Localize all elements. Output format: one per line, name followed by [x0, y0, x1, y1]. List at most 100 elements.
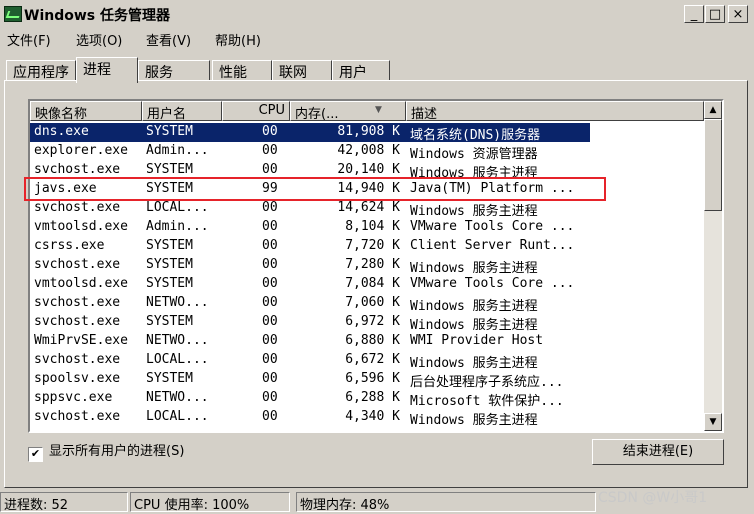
process-user: SYSTEM	[146, 314, 193, 329]
scroll-up-icon[interactable]: ▲	[704, 101, 722, 119]
show-all-users-label: 显示所有用户的进程(S)	[49, 444, 185, 459]
process-row[interactable]: svchost.exe LOCAL... 00 6,672 K Windows 服务主进…	[30, 351, 704, 371]
process-description: 后台处理程序子系统应...	[410, 375, 564, 390]
maximize-button[interactable]: □	[705, 5, 725, 23]
scrollbar-thumb[interactable]	[704, 119, 722, 211]
process-description: Windows 服务主进程	[410, 204, 538, 219]
process-row[interactable]: vmtoolsd.exe SYSTEM 00 7,084 K VMware Tools …	[30, 275, 704, 294]
process-row[interactable]: sppsvc.exe NETWO... 00 6,288 K Microsoft 软件保…	[30, 389, 704, 409]
end-process-button[interactable]: 结束进程(E)	[592, 439, 724, 465]
watermark: CSDN @W小哥1	[598, 490, 708, 506]
process-row[interactable]: svchost.exe LOCAL... 00 4,340 K Windows 服务主进…	[30, 408, 704, 428]
menu-options[interactable]: 选项(O)	[76, 30, 122, 49]
process-description: Windows 服务主进程	[410, 318, 538, 333]
tab-users[interactable]: 用户	[332, 60, 390, 81]
column-image-name[interactable]: 映像名称	[30, 101, 142, 121]
process-user: SYSTEM	[146, 124, 193, 139]
column-cpu[interactable]: CPU	[222, 101, 290, 121]
process-cpu: 00	[262, 295, 278, 310]
scroll-down-icon[interactable]: ▼	[704, 413, 722, 431]
process-row[interactable]: svchost.exe SYSTEM 00 7,280 K Windows 服务主进程	[30, 256, 704, 276]
process-row[interactable]: svchost.exe LOCAL... 00 14,624 K Windows 服务主…	[30, 199, 704, 219]
process-cpu: 00	[262, 238, 278, 253]
process-memory: 6,880 K	[345, 333, 400, 348]
process-row[interactable]: WmiPrvSE.exe NETWO... 00 6,880 K WMI Provide…	[30, 332, 704, 351]
menu-help[interactable]: 帮助(H)	[215, 30, 261, 49]
process-name: dns.exe	[34, 124, 89, 139]
process-description: Windows 服务主进程	[410, 413, 538, 428]
tab-performance[interactable]: 性能	[212, 60, 272, 81]
column-header-row: 映像名称 用户名 CPU 内存(... ▼ 描述	[30, 101, 704, 121]
process-description: Client Server Runt...	[410, 238, 575, 253]
process-row[interactable]: csrss.exe SYSTEM 00 7,720 K Client Server Ru…	[30, 237, 704, 256]
process-row[interactable]: svchost.exe NETWO... 00 7,060 K Windows 服务主进…	[30, 294, 704, 314]
process-name: explorer.exe	[34, 143, 128, 158]
status-process-count: 进程数: 52	[0, 492, 128, 513]
status-cpu-usage: CPU 使用率: 100%	[130, 492, 290, 513]
process-name: sppsvc.exe	[34, 390, 113, 405]
process-name: spoolsv.exe	[34, 371, 121, 386]
process-memory: 81,908 K	[337, 124, 400, 139]
process-user: NETWO...	[146, 295, 209, 310]
process-user: LOCAL...	[146, 409, 209, 424]
process-memory: 7,280 K	[345, 257, 400, 272]
process-name: svchost.exe	[34, 295, 121, 310]
process-memory: 6,596 K	[345, 371, 400, 386]
process-description: 域名系统(DNS)服务器	[410, 128, 541, 143]
process-memory: 6,972 K	[345, 314, 400, 329]
process-name: svchost.exe	[34, 257, 121, 272]
process-user: SYSTEM	[146, 257, 193, 272]
process-cpu: 00	[262, 352, 278, 367]
column-user-name[interactable]: 用户名	[142, 101, 222, 121]
close-button[interactable]: ×	[728, 5, 748, 23]
process-row[interactable]: dns.exe SYSTEM 00 81,908 K 域名系统(DNS)服务器	[30, 123, 704, 143]
minimize-button[interactable]: _	[684, 5, 704, 23]
process-name: svchost.exe	[34, 352, 121, 367]
process-row[interactable]: vmtoolsd.exe Admin... 00 8,104 K VMware Tool…	[30, 218, 704, 237]
column-memory-label: 内存(...	[295, 107, 339, 121]
process-description: Microsoft 软件保护...	[410, 394, 564, 409]
process-cpu: 00	[262, 409, 278, 424]
process-description: Windows 服务主进程	[410, 356, 538, 371]
process-user: Admin...	[146, 219, 209, 234]
process-cpu: 00	[262, 219, 278, 234]
tab-applications[interactable]: 应用程序	[6, 60, 76, 81]
process-cpu: 00	[262, 162, 278, 177]
tab-processes[interactable]: 进程	[76, 57, 138, 83]
process-name: csrss.exe	[34, 238, 105, 253]
process-memory: 7,060 K	[345, 295, 400, 310]
show-all-users-checkbox[interactable]: ✔ 显示所有用户的进程(S)	[28, 440, 184, 462]
process-memory: 14,624 K	[337, 200, 400, 215]
process-memory: 7,720 K	[345, 238, 400, 253]
process-cpu: 00	[262, 371, 278, 386]
process-cpu: 00	[262, 390, 278, 405]
process-cpu: 00	[262, 200, 278, 215]
checkbox-checked-icon[interactable]: ✔	[28, 447, 43, 462]
task-manager-app-icon	[4, 6, 22, 22]
process-user: LOCAL...	[146, 200, 209, 215]
menu-file[interactable]: 文件(F)	[7, 30, 51, 49]
process-cpu: 00	[262, 314, 278, 329]
process-row[interactable]: svchost.exe SYSTEM 00 6,972 K Windows 服务主进程	[30, 313, 704, 333]
vertical-scrollbar[interactable]: ▲ ▼	[704, 101, 722, 431]
process-name: svchost.exe	[34, 200, 121, 215]
title-bar: Windows 任务管理器 _ □ ×	[0, 0, 754, 28]
column-memory[interactable]: 内存(... ▼	[290, 101, 406, 121]
process-row[interactable]: spoolsv.exe SYSTEM 00 6,596 K 后台处理程序子系统应...	[30, 370, 704, 390]
process-user: Admin...	[146, 143, 209, 158]
menu-view[interactable]: 查看(V)	[146, 30, 191, 49]
process-description: VMware Tools Core ...	[410, 276, 575, 291]
menu-bar: 文件(F) 选项(O) 查看(V) 帮助(H)	[0, 28, 754, 50]
process-user: NETWO...	[146, 390, 209, 405]
process-memory: 7,084 K	[345, 276, 400, 291]
tab-services[interactable]: 服务	[138, 60, 210, 81]
column-description[interactable]: 描述	[406, 101, 704, 121]
process-row[interactable]: explorer.exe Admin... 00 42,008 K Windows 资源…	[30, 142, 704, 162]
process-description: Windows 服务主进程	[410, 299, 538, 314]
tab-networking[interactable]: 联网	[272, 60, 332, 81]
sort-desc-icon: ▼	[375, 105, 382, 115]
process-memory: 42,008 K	[337, 143, 400, 158]
process-description: Windows 服务主进程	[410, 261, 538, 276]
process-memory: 6,288 K	[345, 390, 400, 405]
process-list[interactable]: 映像名称 用户名 CPU 内存(... ▼ 描述 dns.exe SYSTEM 00…	[28, 99, 724, 433]
